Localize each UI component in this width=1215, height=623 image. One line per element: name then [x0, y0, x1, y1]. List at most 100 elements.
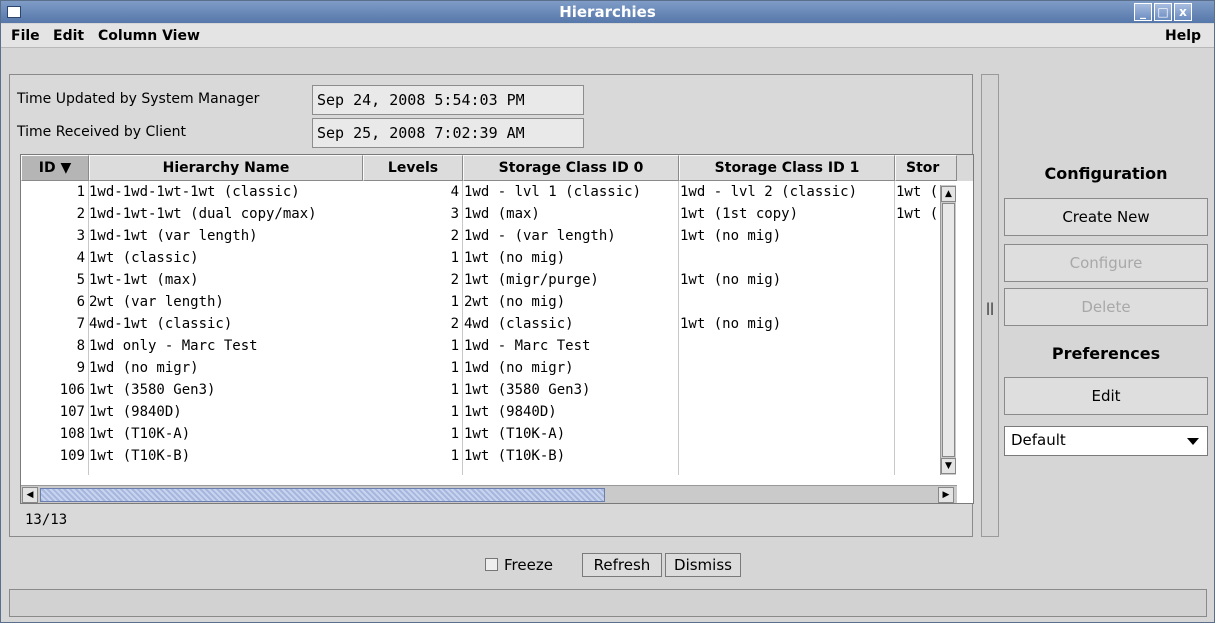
cell-storage-class-0: 1wt (T10K-B): [464, 448, 566, 464]
column-header-id[interactable]: ID ▼: [21, 155, 89, 181]
create-new-button[interactable]: Create New: [1004, 198, 1208, 236]
cell-storage-class-1: 1wt (no mig): [680, 272, 782, 288]
preferences-heading: Preferences: [1051, 344, 1161, 363]
cell-id: 107: [59, 404, 85, 420]
freeze-checkbox[interactable]: [485, 558, 498, 571]
table-row[interactable]: 107 1wt (9840D) 1 1wt (9840D): [21, 401, 941, 423]
cell-hierarchy-name: 1wt (classic): [89, 250, 199, 266]
menu-edit[interactable]: Edit: [53, 28, 84, 44]
refresh-button[interactable]: Refresh: [582, 553, 662, 577]
split-pane-divider[interactable]: ||: [981, 74, 999, 537]
cell-id: 109: [59, 448, 85, 464]
cell-storage-class-0: 1wd (max): [464, 206, 540, 222]
menu-file[interactable]: File: [11, 28, 40, 44]
cell-storage-class-1: 1wd - lvl 2 (classic): [680, 184, 858, 200]
cell-hierarchy-name: 2wt (var length): [89, 294, 224, 310]
preferences-select[interactable]: Default: [1004, 426, 1208, 456]
menu-column-view[interactable]: Column View: [98, 28, 200, 44]
table-row[interactable]: 7 4wd-1wt (classic) 2 4wd (classic) 1wt (no …: [21, 313, 941, 335]
edit-preferences-button[interactable]: Edit: [1004, 377, 1208, 415]
cell-storage-class-0: 1wt (no mig): [464, 250, 566, 266]
vertical-scroll-thumb[interactable]: [942, 203, 955, 457]
column-header-levels[interactable]: Levels: [363, 155, 463, 181]
cell-id: 108: [59, 426, 85, 442]
table-row[interactable]: 9 1wd (no migr) 1 1wd (no migr): [21, 357, 941, 379]
cell-id: 106: [59, 382, 85, 398]
cell-levels: 2: [450, 316, 459, 332]
cell-levels: 1: [450, 448, 459, 464]
menu-help[interactable]: Help: [1165, 28, 1201, 44]
minimize-button[interactable]: _: [1134, 3, 1152, 21]
hierarchy-table: ID ▼ Hierarchy Name Levels Storage Class…: [20, 154, 974, 504]
table-row[interactable]: 8 1wd only - Marc Test 1 1wd - Marc Test: [21, 335, 941, 357]
row-count: 13/13: [25, 512, 68, 528]
cell-id: 1: [76, 184, 85, 200]
cell-storage-class-0: 1wd - lvl 1 (classic): [464, 184, 642, 200]
maximize-button[interactable]: □: [1154, 3, 1172, 21]
delete-button[interactable]: Delete: [1004, 288, 1208, 326]
cell-hierarchy-name: 1wt (3580 Gen3): [89, 382, 216, 398]
cell-hierarchy-name: 4wd-1wt (classic): [89, 316, 233, 332]
table-row[interactable]: 1 1wd-1wd-1wt-1wt (classic) 4 1wd - lvl 1 (…: [21, 181, 941, 203]
cell-id: 7: [76, 316, 85, 332]
table-row[interactable]: 108 1wt (T10K-A) 1 1wt (T10K-A): [21, 423, 941, 445]
status-bar: [9, 589, 1207, 617]
table-row[interactable]: 4 1wt (classic) 1 1wt (no mig): [21, 247, 941, 269]
dismiss-button[interactable]: Dismiss: [665, 553, 741, 577]
cell-hierarchy-name: 1wd-1wt-1wt (dual copy/max): [89, 206, 317, 222]
freeze-label: Freeze: [504, 556, 553, 574]
scroll-up-icon[interactable]: ▲: [941, 186, 956, 202]
time-received-field: Sep 25, 2008 7:02:39 AM: [312, 118, 584, 148]
column-header-storage-class-2[interactable]: Stor: [895, 155, 957, 181]
cell-hierarchy-name: 1wd only - Marc Test: [89, 338, 258, 354]
cell-levels: 1: [450, 426, 459, 442]
time-received-label: Time Received by Client: [17, 124, 187, 140]
column-header-storage-class-0[interactable]: Storage Class ID 0: [463, 155, 679, 181]
time-updated-field: Sep 24, 2008 5:54:03 PM: [312, 85, 584, 115]
cell-hierarchy-name: 1wd-1wd-1wt-1wt (classic): [89, 184, 300, 200]
configuration-heading: Configuration: [1044, 164, 1168, 183]
cell-levels: 2: [450, 272, 459, 288]
cell-levels: 1: [450, 404, 459, 420]
cell-storage-class-1: 1wt (no mig): [680, 228, 782, 244]
vertical-scrollbar[interactable]: ▲ ▼: [940, 185, 956, 475]
table-row[interactable]: 2 1wd-1wt-1wt (dual copy/max) 3 1wd (max) 1w…: [21, 203, 941, 225]
menu-bar: File Edit Column View Help: [1, 24, 1214, 48]
cell-storage-class-0: 1wt (T10K-A): [464, 426, 566, 442]
horizontal-scroll-thumb[interactable]: [40, 488, 605, 502]
cell-storage-class-0: 2wt (no mig): [464, 294, 566, 310]
column-header-storage-class-1[interactable]: Storage Class ID 1: [679, 155, 895, 181]
cell-hierarchy-name: 1wt (9840D): [89, 404, 182, 420]
horizontal-scrollbar[interactable]: ◀ ▶: [21, 485, 957, 503]
cell-storage-class-0: 1wt (3580 Gen3): [464, 382, 591, 398]
cell-levels: 4: [450, 184, 459, 200]
bottom-bar: Freeze Refresh Dismiss: [1, 545, 1214, 585]
table-row[interactable]: 109 1wt (T10K-B) 1 1wt (T10K-B): [21, 445, 941, 467]
cell-storage-class-0: 1wt (9840D): [464, 404, 557, 420]
scroll-down-icon[interactable]: ▼: [941, 458, 956, 474]
scroll-right-icon[interactable]: ▶: [938, 487, 954, 503]
preferences-select-value: Default: [1011, 431, 1066, 449]
cell-levels: 2: [450, 228, 459, 244]
cell-storage-class-2: 1wt (: [896, 206, 938, 222]
cell-storage-class-2: 1wt (: [896, 184, 938, 200]
cell-levels: 1: [450, 360, 459, 376]
table-row[interactable]: 6 2wt (var length) 1 2wt (no mig): [21, 291, 941, 313]
cell-hierarchy-name: 1wd (no migr): [89, 360, 199, 376]
cell-storage-class-1: 1wt (no mig): [680, 316, 782, 332]
table-row[interactable]: 5 1wt-1wt (max) 2 1wt (migr/purge) 1wt (no m…: [21, 269, 941, 291]
table-row[interactable]: 106 1wt (3580 Gen3) 1 1wt (3580 Gen3): [21, 379, 941, 401]
title-bar: Hierarchies _ □ x: [1, 1, 1214, 23]
cell-levels: 1: [450, 382, 459, 398]
hierarchies-window: Hierarchies _ □ x File Edit Column View …: [0, 0, 1215, 623]
configuration-panel: Configuration Create New Configure Delet…: [1004, 74, 1208, 537]
column-header-hierarchy-name[interactable]: Hierarchy Name: [89, 155, 363, 181]
cell-hierarchy-name: 1wt (T10K-B): [89, 448, 191, 464]
configure-button[interactable]: Configure: [1004, 244, 1208, 282]
close-button[interactable]: x: [1174, 3, 1192, 21]
cell-id: 3: [76, 228, 85, 244]
scroll-left-icon[interactable]: ◀: [22, 487, 38, 503]
cell-storage-class-0: 1wd - (var length): [464, 228, 616, 244]
chevron-down-icon: [1187, 438, 1199, 445]
table-row[interactable]: 3 1wd-1wt (var length) 2 1wd - (var length)…: [21, 225, 941, 247]
